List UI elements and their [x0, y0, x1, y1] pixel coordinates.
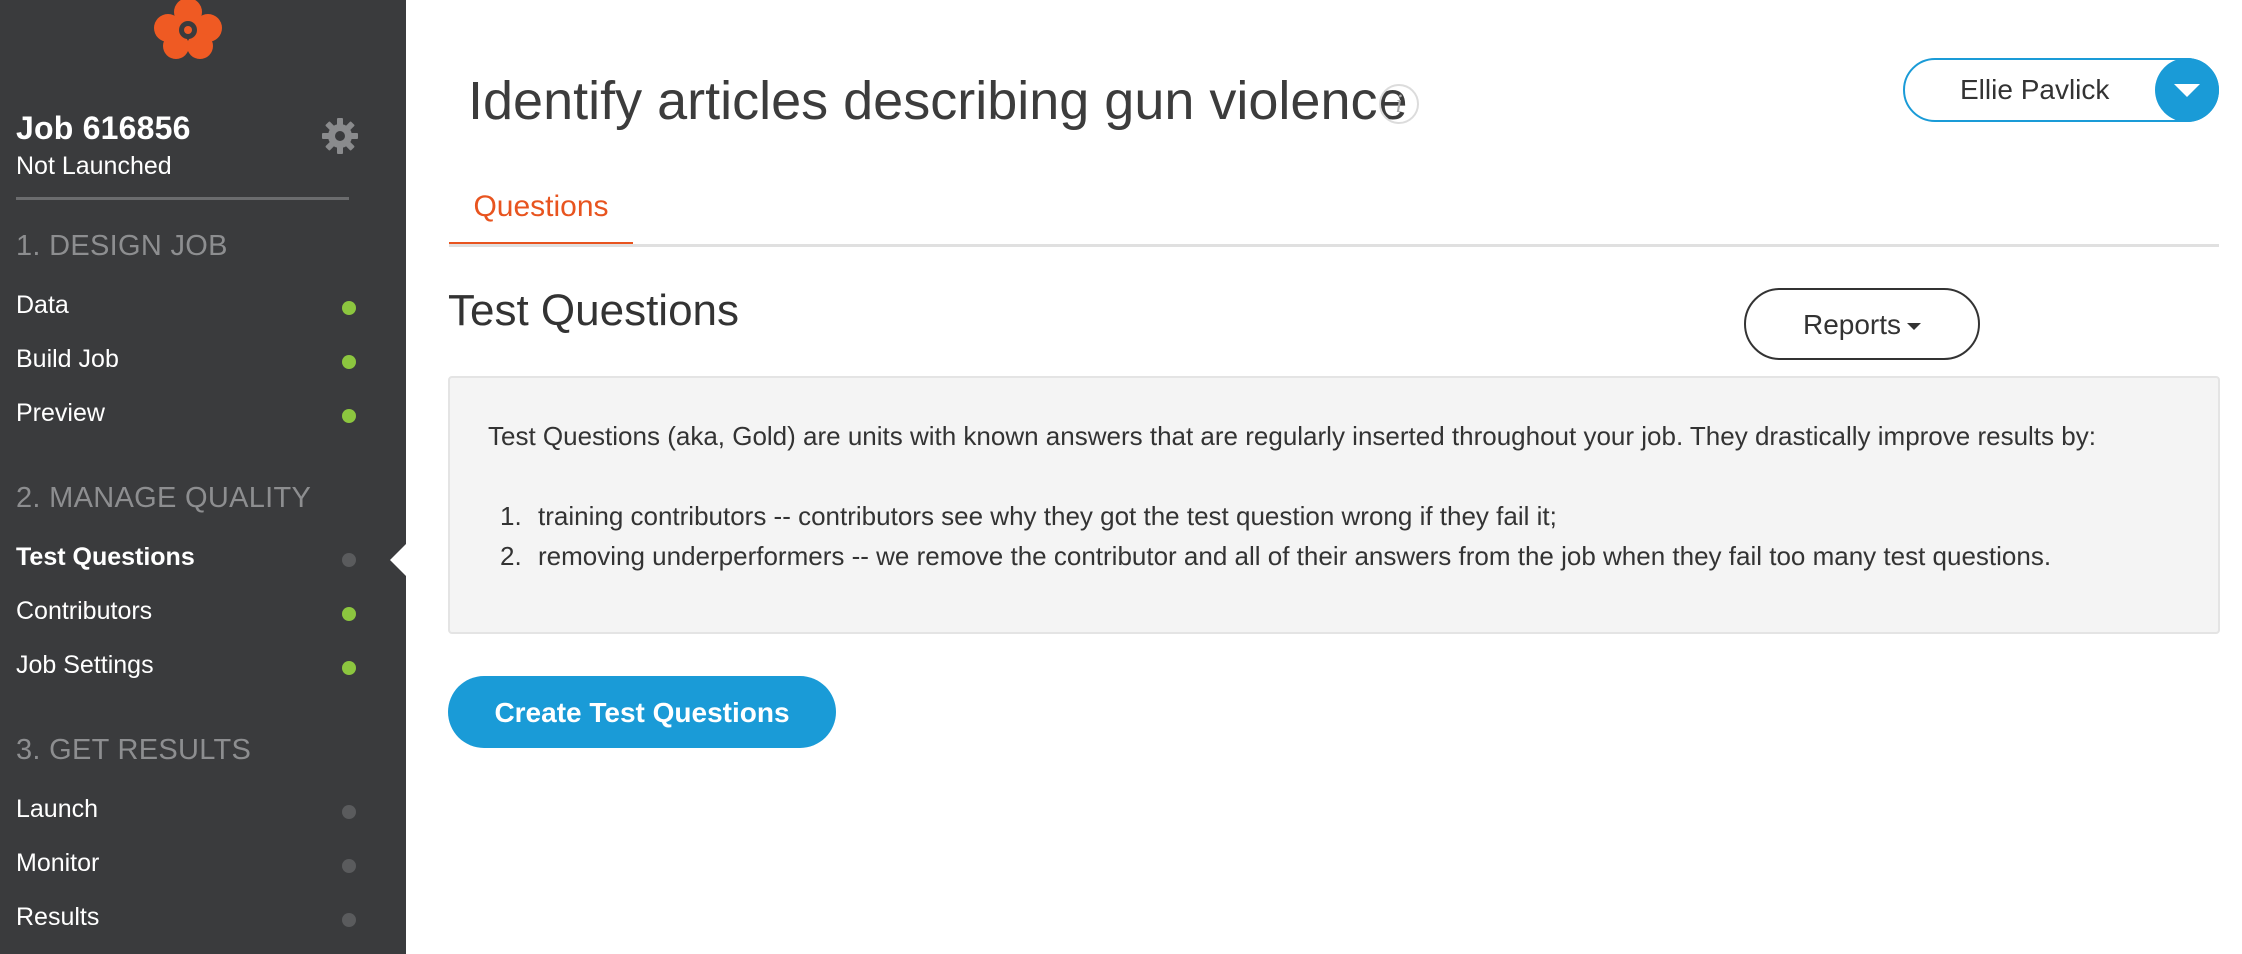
sidebar-item-label: Job Settings [16, 651, 154, 679]
status-dot [342, 913, 356, 927]
active-indicator [390, 544, 406, 576]
page-title: Identify articles describing gun violenc… [468, 71, 1408, 131]
tab-label: Questions [473, 190, 609, 223]
status-dot [342, 607, 356, 621]
status-dot [342, 661, 356, 675]
sidebar-item-build-job[interactable]: Build Job [0, 337, 406, 387]
list-item-text: removing underperformers -- we remove th… [538, 541, 2052, 571]
sidebar: Job 616856 Not Launched 1. DESIGN JOB Da… [0, 0, 406, 954]
list-number: 2. [500, 541, 522, 571]
chevron-down-icon[interactable] [2155, 58, 2219, 122]
sidebar-item-monitor[interactable]: Monitor [0, 841, 406, 891]
sidebar-divider [16, 197, 349, 200]
logo-icon[interactable] [146, 0, 230, 60]
info-list: 1. training contributors -- contributors… [488, 496, 2051, 576]
gear-icon[interactable] [320, 116, 360, 156]
status-dot [342, 553, 356, 567]
sidebar-item-data[interactable]: Data [0, 283, 406, 333]
section-design-job: 1. DESIGN JOB [16, 230, 228, 262]
tab-divider [449, 244, 2219, 247]
caret-down-icon [1907, 323, 1922, 331]
user-name: Ellie Pavlick [1960, 74, 2110, 105]
sidebar-item-preview[interactable]: Preview [0, 391, 406, 441]
sidebar-item-job-settings[interactable]: Job Settings [0, 643, 406, 693]
info-icon[interactable]: i [1379, 84, 1419, 124]
user-menu[interactable]: Ellie Pavlick [1903, 58, 2219, 122]
sidebar-item-label: Preview [16, 399, 105, 427]
reports-label: Reports [1802, 309, 1902, 340]
sidebar-item-contributors[interactable]: Contributors [0, 589, 406, 639]
list-number: 1. [500, 501, 522, 531]
job-status: Not Launched [16, 152, 172, 180]
status-dot [342, 805, 356, 819]
reports-button[interactable]: Reports [1744, 288, 1980, 360]
sidebar-item-launch[interactable]: Launch [0, 787, 406, 837]
job-title: Job 616856 [16, 110, 191, 146]
sidebar-item-label: Monitor [16, 849, 100, 877]
sidebar-item-label: Results [16, 903, 100, 931]
sidebar-item-label: Data [16, 291, 69, 319]
status-dot [342, 301, 356, 315]
status-dot [342, 355, 356, 369]
create-test-questions-button[interactable]: Create Test Questions [448, 676, 836, 748]
info-panel: Test Questions (aka, Gold) are units wit… [448, 376, 2220, 634]
sidebar-item-label: Launch [16, 795, 99, 823]
section-manage-quality: 2. MANAGE QUALITY [16, 482, 312, 514]
sidebar-item-label: Test Questions [16, 543, 195, 571]
list-item-text: training contributors -- contributors se… [538, 501, 1557, 531]
sidebar-item-results[interactable]: Results [0, 895, 406, 945]
sidebar-item-test-questions[interactable]: Test Questions [0, 535, 406, 585]
status-dot [342, 409, 356, 423]
sidebar-item-label: Contributors [16, 597, 153, 625]
section-title: Test Questions [448, 286, 740, 335]
section-get-results: 3. GET RESULTS [16, 734, 252, 766]
list-item: 1. training contributors -- contributors… [488, 496, 2051, 536]
sidebar-item-label: Build Job [16, 345, 119, 373]
list-item: 2. removing underperformers -- we remove… [488, 536, 2051, 576]
info-intro: Test Questions (aka, Gold) are units wit… [488, 421, 2096, 451]
tab-questions[interactable]: Questions [449, 178, 633, 246]
status-dot [342, 859, 356, 873]
